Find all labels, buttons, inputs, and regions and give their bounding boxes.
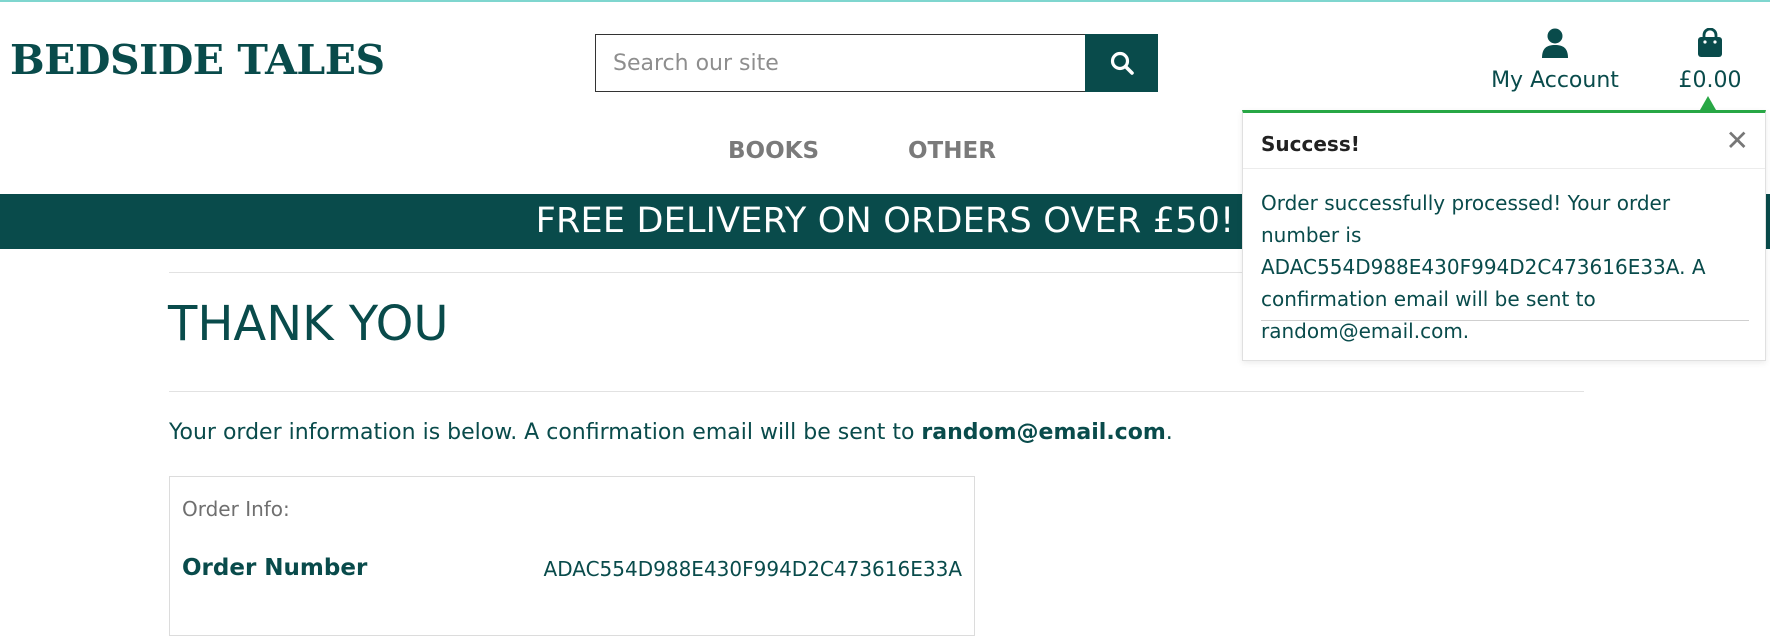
search-button[interactable] <box>1085 34 1158 92</box>
toast-arrow <box>1700 96 1716 110</box>
shopping-bag-icon <box>1698 27 1722 57</box>
order-info-box: Order Info: Order Number ADAC554D988E430… <box>169 476 975 636</box>
user-icon <box>1542 28 1568 58</box>
page-title: THANK YOU <box>168 296 449 352</box>
confirmation-email: random@email.com <box>921 420 1166 445</box>
bag-total: £0.00 <box>1678 68 1742 93</box>
success-toast: Success! ✕ Order successfully processed!… <box>1242 110 1766 361</box>
nav-item-books[interactable]: BOOKS <box>728 138 819 164</box>
order-info-caption: Order Info: <box>182 497 290 521</box>
toast-divider <box>1243 168 1765 169</box>
order-info-text: Your order information is below. A confi… <box>169 420 1173 445</box>
order-number-value: ADAC554D988E430F994D2C473616E33A <box>543 557 962 581</box>
toast-title: Success! <box>1261 132 1360 156</box>
info-suffix: . <box>1165 420 1173 445</box>
divider <box>169 391 1584 392</box>
order-number-label: Order Number <box>182 555 368 581</box>
search-bar <box>595 34 1158 92</box>
search-input[interactable] <box>595 34 1086 92</box>
shopping-bag-link[interactable]: £0.00 <box>1672 27 1748 93</box>
my-account-label: My Account <box>1491 68 1619 93</box>
info-prefix: Your order information is below. A confi… <box>169 420 922 445</box>
search-icon <box>1110 51 1134 75</box>
my-account-link[interactable]: My Account <box>1480 28 1630 93</box>
top-accent-line <box>0 0 1770 2</box>
close-icon[interactable]: ✕ <box>1726 127 1749 155</box>
site-logo[interactable]: BEDSIDE TALES <box>10 36 385 84</box>
toast-message: Order successfully processed! Your order… <box>1261 191 1706 343</box>
nav-item-other[interactable]: OTHER <box>908 138 996 164</box>
toast-bottom-divider <box>1261 320 1749 321</box>
